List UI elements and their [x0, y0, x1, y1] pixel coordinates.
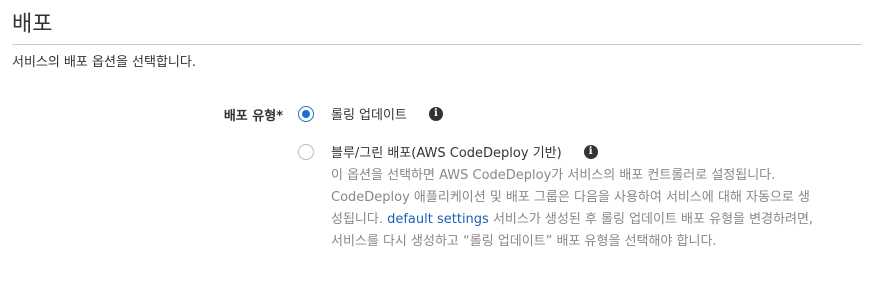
blue-green-option[interactable]: 블루/그린 배포(AWS CodeDeploy 기반) i [298, 142, 598, 161]
rolling-update-radio[interactable] [298, 105, 314, 122]
section-title: 배포 [12, 12, 53, 37]
blue-green-radio[interactable] [298, 143, 314, 160]
blue-green-help-text: 이 옵션을 선택하면 AWS CodeDeploy가 서비스의 배포 컨트롤러로… [331, 165, 821, 253]
section-description: 서비스의 배포 옵션을 선택합니다. [12, 55, 196, 70]
section-divider [12, 44, 862, 45]
default-settings-link[interactable]: default settings [387, 212, 489, 227]
deployment-type-label: 배포 유형* [223, 109, 283, 124]
deployment-section: 배포 서비스의 배포 옵션을 선택합니다. 배포 유형* 롤링 업데이트 i 블… [0, 0, 882, 288]
info-icon[interactable]: i [583, 144, 598, 159]
rolling-update-option[interactable]: 롤링 업데이트 i [298, 104, 443, 123]
info-icon[interactable]: i [428, 106, 443, 121]
rolling-update-label[interactable]: 롤링 업데이트 [331, 104, 407, 123]
blue-green-label[interactable]: 블루/그린 배포(AWS CodeDeploy 기반) [331, 142, 562, 161]
